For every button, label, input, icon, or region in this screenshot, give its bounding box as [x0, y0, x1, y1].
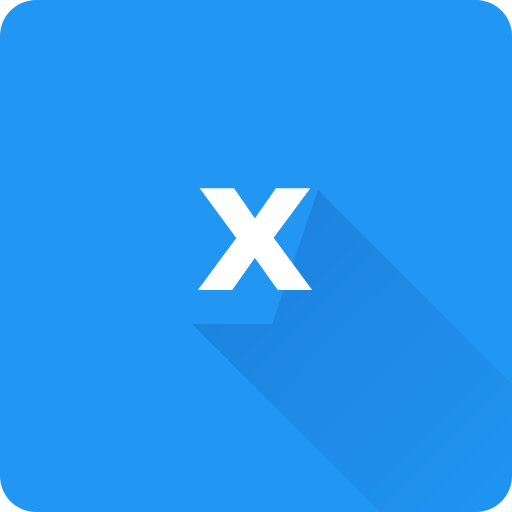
x-letter-icon: x [195, 117, 315, 334]
app-icon-tile: x [0, 0, 512, 512]
